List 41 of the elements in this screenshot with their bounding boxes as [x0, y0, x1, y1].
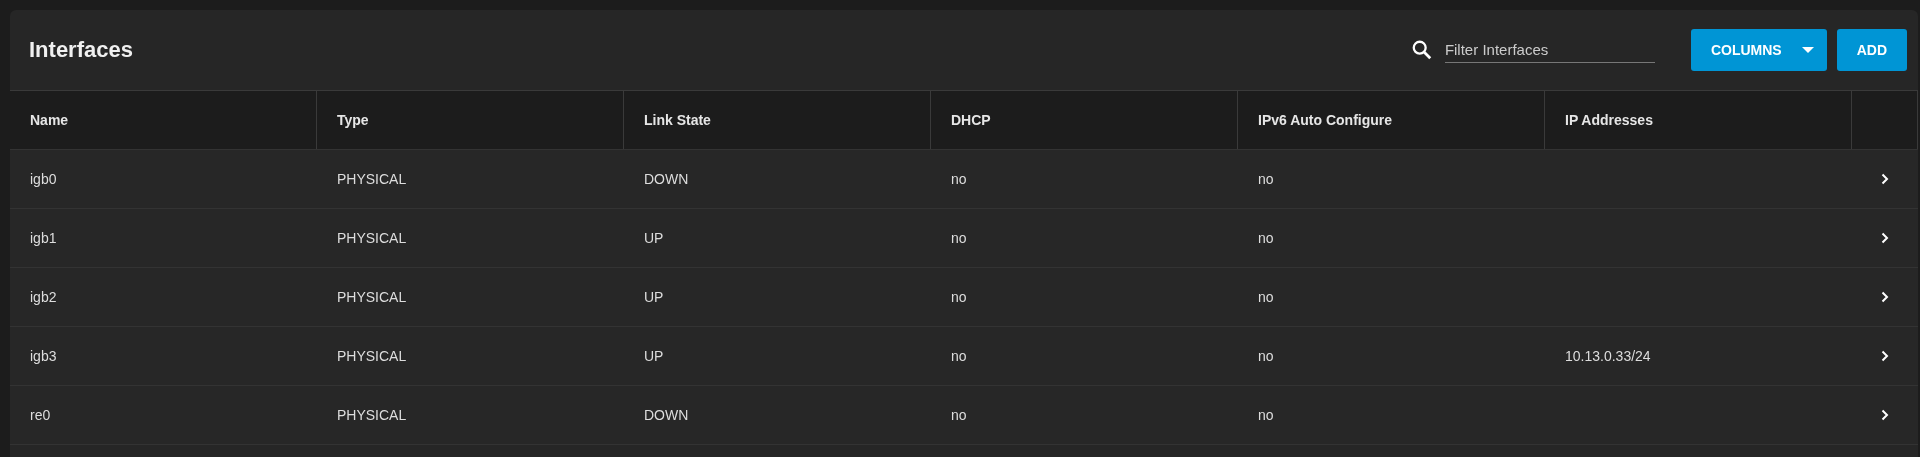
table-cell: igb1 [30, 230, 57, 246]
column-header[interactable]: DHCP [951, 112, 991, 128]
table-cell: UP [644, 289, 664, 305]
table-cell: no [1258, 348, 1274, 364]
table-cell: UP [644, 230, 664, 246]
table-cell: igb0 [30, 171, 57, 187]
table-cell: UP [644, 348, 664, 364]
search-icon [1410, 39, 1433, 61]
table-cell: no [1258, 230, 1274, 246]
column-header[interactable]: Link State [644, 112, 711, 128]
chevron-right-icon[interactable] [1881, 350, 1889, 362]
chevron-right-icon[interactable] [1881, 232, 1889, 244]
filter-field[interactable]: Filter Interfaces [1444, 37, 1655, 63]
table-cell: no [1258, 171, 1274, 187]
chevron-right-icon[interactable] [1881, 291, 1889, 303]
table-cell: no [1258, 289, 1274, 305]
table-cell: DOWN [644, 171, 689, 187]
table-cell: PHYSICAL [337, 348, 407, 364]
table-cell: igb2 [30, 289, 57, 305]
table-cell: no [951, 171, 967, 187]
column-header[interactable]: Type [337, 112, 369, 128]
column-header[interactable]: IPv6 Auto Configure [1258, 112, 1393, 128]
table-cell: igb3 [30, 348, 57, 364]
column-header[interactable]: IP Addresses [1565, 112, 1653, 128]
card-title: Interfaces [29, 37, 134, 63]
table-cell: PHYSICAL [337, 230, 407, 246]
table-cell: 10.13.0.33/24 [1565, 348, 1651, 364]
chevron-right-icon[interactable] [1881, 409, 1889, 421]
table-cell: no [951, 407, 967, 423]
table-cell: DOWN [644, 407, 689, 423]
table-cell: PHYSICAL [337, 407, 407, 423]
table-cell: no [951, 289, 967, 305]
table-cell: no [1258, 407, 1274, 423]
caret-icon [1801, 47, 1814, 53]
table-cell: re0 [30, 407, 51, 423]
table-cell: PHYSICAL [337, 289, 407, 305]
table-cell: PHYSICAL [337, 171, 407, 187]
table-cell: no [951, 230, 967, 246]
column-header[interactable]: Name [30, 112, 69, 128]
table-cell: no [951, 348, 967, 364]
chevron-right-icon[interactable] [1881, 173, 1889, 185]
